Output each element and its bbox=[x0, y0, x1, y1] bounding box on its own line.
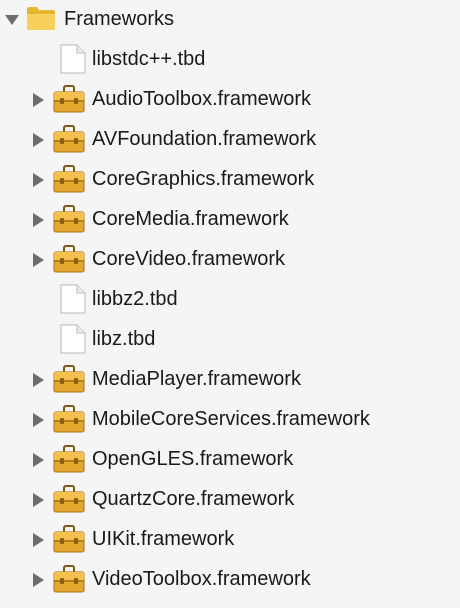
tree-item-label: CoreMedia.framework bbox=[92, 208, 289, 230]
disclosure-collapsed-icon[interactable] bbox=[29, 451, 47, 469]
disclosure-collapsed-icon[interactable] bbox=[29, 251, 47, 269]
toolbox-icon bbox=[53, 204, 85, 234]
tree-item-label: OpenGLES.framework bbox=[92, 448, 294, 470]
tree-row-item[interactable]: AudioToolbox.framework bbox=[0, 80, 460, 120]
file-icon bbox=[58, 44, 88, 74]
toolbox-icon bbox=[53, 564, 85, 594]
tree-item-label: libstdc++.tbd bbox=[92, 48, 206, 70]
tree-row-item[interactable]: libbz2.tbd bbox=[0, 280, 460, 320]
tree-item-label: CoreGraphics.framework bbox=[92, 168, 315, 190]
tree-row-frameworks[interactable]: Frameworks bbox=[0, 0, 460, 40]
tree-item-label: libbz2.tbd bbox=[92, 288, 178, 310]
tree-row-item[interactable]: MobileCoreServices.framework bbox=[0, 400, 460, 440]
tree-item-label: libz.tbd bbox=[92, 328, 156, 350]
tree-row-item[interactable]: CoreMedia.framework bbox=[0, 200, 460, 240]
tree-row-item[interactable]: OpenGLES.framework bbox=[0, 440, 460, 480]
disclosure-collapsed-icon[interactable] bbox=[29, 211, 47, 229]
tree-item-label: Frameworks bbox=[64, 8, 175, 30]
tree-row-item[interactable]: libstdc++.tbd bbox=[0, 40, 460, 80]
disclosure-expanded-icon[interactable] bbox=[3, 11, 21, 29]
disclosure-collapsed-icon[interactable] bbox=[29, 571, 47, 589]
tree-row-item[interactable]: VideoToolbox.framework bbox=[0, 560, 460, 600]
toolbox-icon bbox=[53, 524, 85, 554]
tree-item-label: QuartzCore.framework bbox=[92, 488, 295, 510]
toolbox-icon bbox=[53, 444, 85, 474]
toolbox-icon bbox=[53, 244, 85, 274]
disclosure-collapsed-icon[interactable] bbox=[29, 131, 47, 149]
toolbox-icon bbox=[53, 484, 85, 514]
disclosure-collapsed-icon[interactable] bbox=[29, 171, 47, 189]
tree-row-item[interactable]: AVFoundation.framework bbox=[0, 120, 460, 160]
tree-item-label: MobileCoreServices.framework bbox=[92, 408, 370, 430]
toolbox-icon bbox=[53, 404, 85, 434]
project-navigator-tree: Frameworks libstdc++.tbd AudioToolbox.fr… bbox=[0, 0, 460, 608]
tree-item-label: AVFoundation.framework bbox=[92, 128, 317, 150]
disclosure-collapsed-icon[interactable] bbox=[29, 371, 47, 389]
disclosure-collapsed-icon[interactable] bbox=[29, 91, 47, 109]
file-icon bbox=[58, 284, 88, 314]
disclosure-collapsed-icon[interactable] bbox=[29, 411, 47, 429]
tree-row-item[interactable]: CoreVideo.framework bbox=[0, 240, 460, 280]
folder-icon bbox=[23, 600, 53, 608]
disclosure-collapsed-icon[interactable] bbox=[29, 491, 47, 509]
tree-row-item[interactable]: MediaPlayer.framework bbox=[0, 360, 460, 400]
tree-item-label: CoreVideo.framework bbox=[92, 248, 286, 270]
disclosure-collapsed-icon[interactable] bbox=[29, 531, 47, 549]
file-icon bbox=[58, 324, 88, 354]
tree-row-item[interactable]: QuartzCore.framework bbox=[0, 480, 460, 520]
folder-icon bbox=[26, 3, 56, 33]
toolbox-icon bbox=[53, 164, 85, 194]
tree-item-label: VideoToolbox.framework bbox=[92, 568, 311, 590]
toolbox-icon bbox=[53, 84, 85, 114]
tree-item-label: UIKit.framework bbox=[92, 528, 235, 550]
tree-item-label: AudioToolbox.framework bbox=[92, 88, 311, 110]
toolbox-icon bbox=[53, 364, 85, 394]
tree-row-item[interactable]: CoreGraphics.framework bbox=[0, 160, 460, 200]
tree-row-item[interactable]: libz.tbd bbox=[0, 320, 460, 360]
tree-row-item[interactable]: UIKit.framework bbox=[0, 520, 460, 560]
toolbox-icon bbox=[53, 124, 85, 154]
tree-item-label: MediaPlayer.framework bbox=[92, 368, 301, 390]
